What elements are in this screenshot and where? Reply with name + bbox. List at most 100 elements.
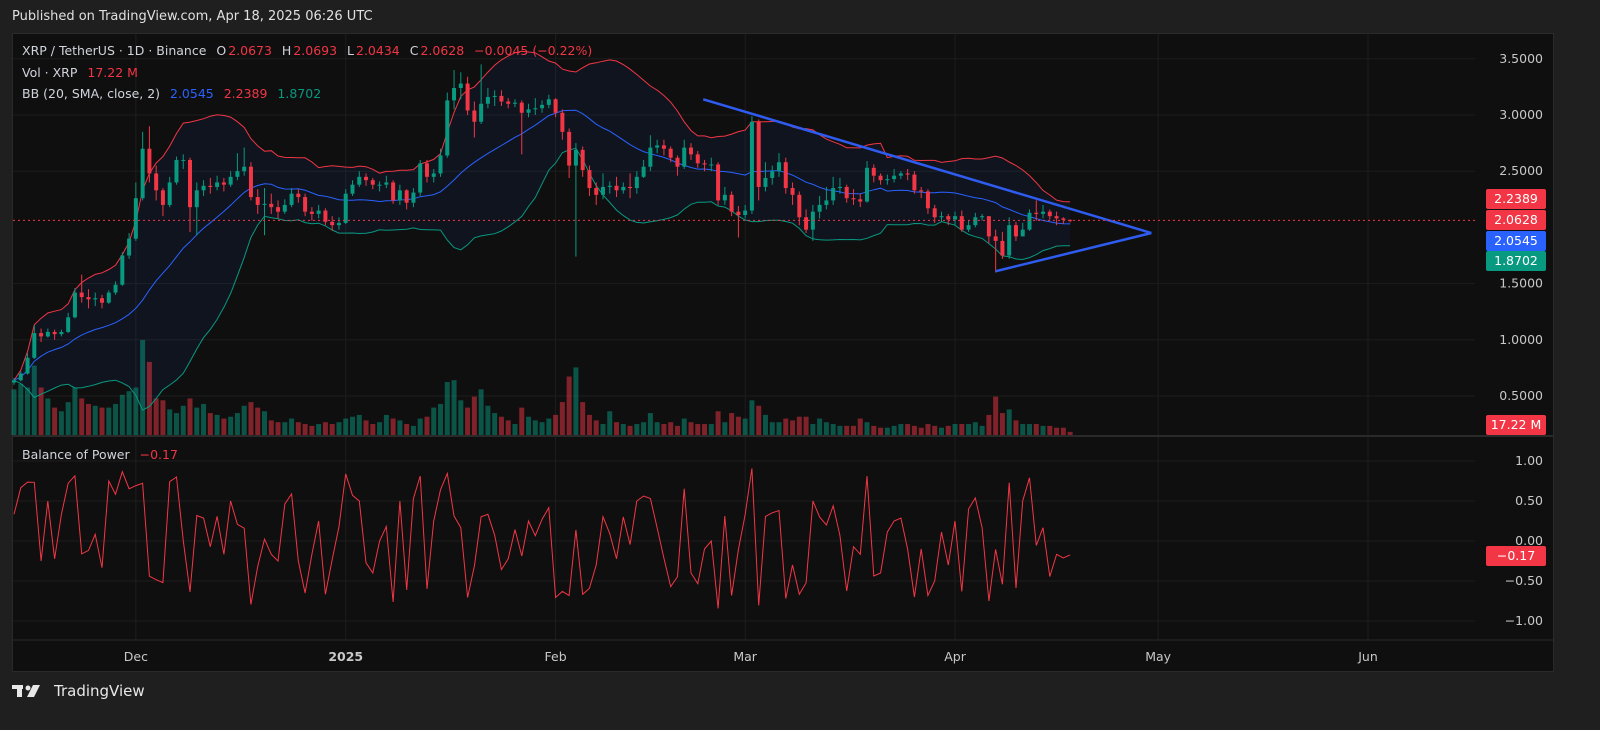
candle-body [431, 173, 436, 177]
high-value: 2.0693 [293, 43, 338, 58]
candle-body [770, 171, 775, 178]
candle-body [154, 173, 159, 191]
bop-tick-label: 0.50 [1515, 493, 1543, 508]
volume-bar [106, 407, 112, 435]
candle-body [343, 193, 348, 223]
volume-bar [173, 413, 179, 435]
volume-badge: 17.22 M [1486, 415, 1546, 435]
volume-bar [979, 425, 985, 435]
volume-bar [228, 416, 234, 435]
candle-body [831, 188, 836, 201]
volume-bar [512, 424, 518, 435]
candle-body [1041, 211, 1046, 214]
volume-bar [735, 416, 741, 435]
volume-bar [356, 414, 362, 435]
candle-body [885, 179, 890, 181]
candle-body [18, 373, 23, 381]
candle-body [228, 176, 233, 185]
candle-body [255, 197, 260, 205]
candle-body [837, 186, 842, 189]
bb-legend: BB (20, SMA, close, 2) 2.0545 2.2389 1.8… [22, 86, 323, 101]
candle-body [790, 188, 795, 195]
volume-bar [438, 403, 444, 435]
candle-body [546, 99, 551, 105]
candle-body [492, 95, 497, 98]
volume-bar [925, 424, 931, 435]
volume-bar [1067, 431, 1073, 435]
candle-body [418, 163, 423, 193]
candle-body [140, 148, 145, 199]
candle-body [316, 210, 321, 214]
candle-body [668, 148, 673, 158]
candle-body [1027, 212, 1032, 230]
tradingview-logo[interactable]: TradingView [12, 682, 145, 700]
volume-bar [275, 422, 281, 435]
candle-body [993, 236, 998, 241]
volume-label[interactable]: Vol · XRP [22, 65, 77, 80]
candle-body [289, 193, 294, 205]
change-value: −0.0045 (−0.22%) [474, 43, 593, 58]
candle-body [844, 186, 849, 199]
candle-body [783, 162, 788, 189]
candle-body [248, 166, 253, 198]
volume-bar [25, 387, 31, 435]
chart-canvas[interactable]: 3.5000 3.0000 2.5000 1.5000 1.0000 0.5000 1.00… [0, 0, 1600, 730]
candle-body [384, 182, 389, 185]
volume-bar [945, 425, 951, 435]
candle-body [628, 186, 633, 189]
candle-body [215, 182, 220, 187]
volume-bar [261, 411, 267, 435]
volume-bar [1033, 424, 1039, 435]
volume-bar [350, 416, 355, 435]
candle-body [587, 170, 592, 189]
volume-bar [641, 422, 647, 435]
volume-bar [498, 416, 504, 435]
candle-body [655, 145, 660, 148]
volume-bar [404, 424, 410, 435]
candle-body [194, 190, 199, 208]
volume-bar [194, 407, 200, 435]
bb-lower-value: 1.8702 [277, 86, 322, 101]
volume-bar [343, 418, 349, 435]
volume-bar [160, 400, 166, 435]
volume-bar [85, 403, 91, 435]
volume-bar [668, 422, 674, 435]
volume-bar [776, 422, 782, 435]
candle-body [804, 217, 809, 230]
candle-body [600, 186, 605, 195]
volume-bar [844, 425, 850, 435]
candle-body [641, 166, 646, 177]
candle-body [865, 167, 870, 202]
candle-body [438, 155, 443, 174]
candle-body [282, 204, 287, 212]
volume-bar [864, 422, 870, 435]
candle-body [580, 149, 585, 171]
volume-bar [187, 398, 193, 435]
candle-body [45, 331, 50, 337]
volume-bar [999, 413, 1005, 435]
volume-bar [553, 414, 559, 435]
symbol-title[interactable]: XRP / TetherUS · 1D · Binance [22, 43, 206, 58]
candle-body [160, 190, 165, 205]
volume-bar [1027, 424, 1032, 435]
volume-bar [302, 424, 308, 435]
candle-body [52, 331, 57, 335]
candle-body [1061, 218, 1066, 220]
volume-bar [519, 407, 525, 435]
volume-bar [647, 413, 653, 435]
candle-body [458, 83, 463, 89]
volume-bar [444, 382, 450, 435]
candle-body [912, 174, 917, 191]
candle-body [296, 193, 301, 198]
volume-bar [898, 424, 904, 435]
volume-bar [146, 361, 152, 435]
candle-body [79, 292, 84, 298]
bop-label[interactable]: Balance of Power [22, 447, 130, 462]
volume-bar [397, 420, 403, 435]
candle-body [221, 182, 226, 185]
open-value: 2.0673 [228, 43, 272, 58]
bb-label[interactable]: BB (20, SMA, close, 2) [22, 86, 160, 101]
volume-bar [241, 405, 247, 435]
candle-body [133, 198, 138, 239]
volume-bar [11, 389, 17, 435]
